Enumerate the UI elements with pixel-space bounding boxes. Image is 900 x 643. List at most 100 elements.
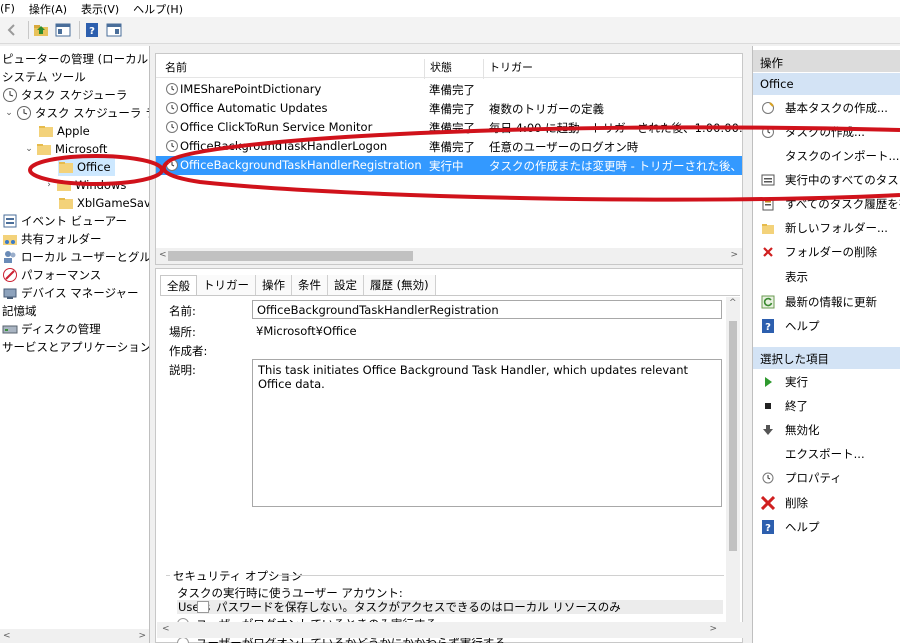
chevron-down-icon[interactable]: ⌄: [4, 108, 14, 118]
tree-item-apple[interactable]: Apple: [38, 122, 90, 140]
table-row[interactable]: Office Automatic Updates 準備完了 複数のトリガーの定義: [156, 99, 742, 118]
tree-item-computer-management[interactable]: ピューターの管理 (ローカル): [2, 50, 149, 68]
tree-item-device-manager[interactable]: デバイス マネージャー: [2, 284, 139, 302]
table-row-selected[interactable]: OfficeBackgroundTaskHandlerRegistration …: [156, 156, 742, 175]
tree-item-shared-folders[interactable]: 共有フォルダー: [2, 230, 102, 248]
scroll-up-icon[interactable]: ^: [729, 298, 737, 308]
action-help[interactable]: ? ヘルプ: [761, 317, 820, 335]
task-list: 名前 状態 トリガー IMESharePointDictionary 準備完了 …: [155, 53, 743, 265]
tree-horizontal-scrollbar[interactable]: < >: [0, 629, 149, 643]
folder-icon: [36, 141, 52, 157]
tab-general[interactable]: 全般: [160, 275, 197, 295]
action-enable-all-history[interactable]: すべてのタスク履歴を有効: [761, 195, 900, 213]
tree-item-office[interactable]: Office: [58, 158, 115, 176]
action-run[interactable]: 実行: [761, 373, 808, 391]
column-trigger[interactable]: トリガー: [489, 59, 533, 75]
tab-settings[interactable]: 設定: [328, 275, 364, 295]
help-toolbar-icon[interactable]: ?: [83, 21, 101, 39]
menu-help[interactable]: ヘルプ(H): [133, 1, 183, 17]
running-tasks-icon: [761, 173, 775, 187]
tree-item-microsoft[interactable]: ⌄ Microsoft: [24, 140, 107, 158]
action-import-task[interactable]: タスクのインポート...: [761, 147, 899, 165]
scroll-left-icon[interactable]: <: [159, 250, 167, 260]
action-refresh[interactable]: 最新の情報に更新: [761, 293, 877, 311]
chevron-right-icon[interactable]: ›: [44, 180, 54, 190]
actions-header: 操作: [753, 50, 900, 72]
tree-item-services-apps[interactable]: サービスとアプリケーション: [2, 338, 149, 356]
column-status[interactable]: 状態: [430, 59, 452, 75]
table-row[interactable]: IMESharePointDictionary 準備完了: [156, 80, 742, 99]
description-label: 説明:: [169, 363, 196, 377]
column-name[interactable]: 名前: [165, 59, 187, 75]
tab-actions[interactable]: 操作: [256, 275, 292, 295]
action-new-folder[interactable]: 新しいフォルダー...: [761, 219, 888, 237]
tree-item-windows[interactable]: › Windows: [44, 176, 126, 194]
task-list-horizontal-scrollbar[interactable]: < >: [156, 248, 742, 264]
center-pane: 名前 状態 トリガー IMESharePointDictionary 準備完了 …: [155, 53, 745, 643]
device-manager-icon: [2, 285, 18, 301]
dont-store-password-checkbox[interactable]: [197, 601, 209, 613]
tab-history[interactable]: 履歴 (無効): [364, 275, 436, 295]
scroll-right-icon[interactable]: >: [730, 250, 738, 260]
menu-file[interactable]: (F): [0, 2, 15, 15]
scroll-left-icon[interactable]: <: [3, 631, 11, 641]
actions-pane: 操作 Office 基本タスクの作成... タスクの作成... タスクのインポー…: [752, 46, 900, 643]
action-create-task[interactable]: タスクの作成...: [761, 123, 865, 141]
console-tree: ピューターの管理 (ローカル) システム ツール タスク スケジューラ ⌄ タス…: [0, 46, 150, 643]
tab-triggers[interactable]: トリガー: [197, 275, 256, 295]
scroll-thumb[interactable]: [729, 321, 737, 551]
tree-item-task-scheduler[interactable]: タスク スケジューラ: [2, 86, 127, 104]
shared-folder-icon: [2, 231, 18, 247]
clock-icon: [16, 105, 32, 121]
back-icon[interactable]: [3, 21, 21, 39]
tree-item-performance[interactable]: パフォーマンス: [2, 266, 101, 284]
up-folder-icon[interactable]: [32, 21, 50, 39]
tree-item-disk-management[interactable]: ディスクの管理: [2, 320, 101, 338]
menu-view[interactable]: 表示(V): [81, 1, 119, 17]
scroll-thumb[interactable]: [168, 251, 413, 261]
name-field[interactable]: OfficeBackgroundTaskHandlerRegistration: [252, 300, 722, 319]
task-clock-icon: [165, 82, 179, 96]
location-value: ¥Microsoft¥Office: [256, 324, 357, 338]
scroll-left-icon[interactable]: <: [162, 624, 170, 634]
action-create-basic-task[interactable]: 基本タスクの作成...: [761, 99, 888, 117]
action-view[interactable]: 表示: [761, 268, 808, 286]
description-field[interactable]: This task initiates Office Background Ta…: [252, 359, 722, 507]
folder-open-icon: [58, 159, 74, 175]
tab-conditions[interactable]: 条件: [292, 275, 328, 295]
column-divider[interactable]: [483, 59, 484, 79]
chevron-down-icon[interactable]: ⌄: [24, 144, 34, 154]
action-help-selected[interactable]: ? ヘルプ: [761, 518, 820, 536]
tree-item-storage[interactable]: 記憶域: [2, 302, 37, 320]
svg-text:?: ?: [765, 322, 771, 333]
table-row[interactable]: Office ClickToRun Service Monitor 準備完了 毎…: [156, 118, 742, 137]
tree-item-xblgamesave[interactable]: XblGameSave: [58, 194, 149, 212]
action-disable[interactable]: 無効化: [761, 421, 820, 439]
refresh-icon: [761, 295, 775, 309]
scroll-right-icon[interactable]: >: [138, 631, 146, 641]
menu-action[interactable]: 操作(A): [29, 1, 67, 17]
table-row[interactable]: OfficeBackgroundTaskHandlerLogon 準備完了 任意…: [156, 137, 742, 156]
column-divider[interactable]: [424, 59, 425, 79]
help-icon: ?: [761, 520, 775, 534]
tree-item-event-viewer[interactable]: イベント ビューアー: [2, 212, 127, 230]
security-options-label: セキュリティ オプション: [173, 569, 303, 583]
action-end[interactable]: 終了: [761, 397, 808, 415]
show-hide-action-pane-icon[interactable]: [105, 21, 123, 39]
folder-icon: [56, 177, 72, 193]
tree-item-system-tools[interactable]: システム ツール: [2, 68, 86, 86]
scroll-right-icon[interactable]: >: [709, 624, 717, 634]
action-show-running-tasks[interactable]: 実行中のすべてのタスクを: [761, 171, 900, 189]
tree-item-local-users[interactable]: ローカル ユーザーとグループ: [2, 248, 149, 266]
detail-vertical-scrollbar[interactable]: ^ v: [726, 297, 740, 637]
action-properties[interactable]: プロパティ: [761, 469, 842, 487]
action-delete-folder[interactable]: フォルダーの削除: [761, 243, 877, 261]
action-delete[interactable]: 削除: [761, 494, 808, 512]
show-hide-tree-icon[interactable]: [54, 21, 72, 39]
history-icon: [761, 197, 775, 211]
tree-item-task-scheduler-library[interactable]: ⌄ タスク スケジューラ ライブ: [4, 104, 149, 122]
detail-horizontal-scrollbar[interactable]: < >: [157, 622, 743, 638]
actions-section-office[interactable]: Office: [753, 73, 900, 95]
actions-section-selected[interactable]: 選択した項目: [753, 347, 900, 369]
action-export[interactable]: エクスポート...: [761, 445, 865, 463]
